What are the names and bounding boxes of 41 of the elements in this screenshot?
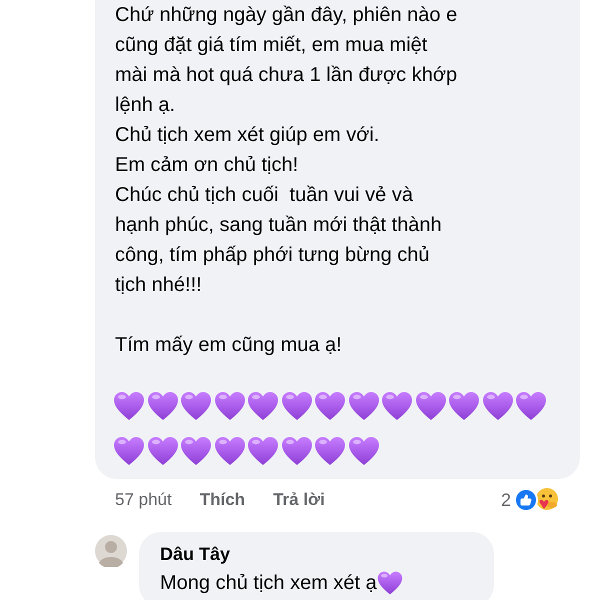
reaction-count: 2 — [500, 488, 511, 512]
comment-text-line: lệnh ạ. — [115, 93, 176, 118]
heart-icon — [146, 434, 178, 466]
heart-icon — [348, 390, 380, 422]
heart-icon — [381, 390, 413, 422]
like-link[interactable]: Thích — [200, 487, 246, 513]
heart-icon — [214, 434, 246, 466]
avatar — [95, 535, 127, 567]
comment-text-line: hạnh phúc, sang tuần mới thật thành — [115, 213, 442, 238]
heart-icon — [247, 390, 279, 422]
heart-icon — [448, 390, 480, 422]
heart-icon — [247, 434, 279, 466]
comment-text-line: Chúc chủ tịch cuối tuần vui vẻ và — [115, 183, 413, 208]
heart-icon — [314, 390, 346, 422]
comment-text-line: cũng đặt giá tím miết, em mua miệt — [115, 33, 428, 58]
comment-text-line: tịch nhé!!! — [115, 273, 202, 298]
heart-icon — [348, 434, 380, 466]
comment-time: 57 phút — [115, 489, 172, 512]
heart-icon — [146, 390, 178, 422]
reply-author: Dâu Tây — [160, 543, 230, 566]
heart-icon — [482, 390, 514, 422]
heart-icon — [180, 434, 212, 466]
comment-text-line: công, tím phấp phới tưng bừng chủ — [115, 243, 430, 268]
comment-text-line: Chứ những ngày gần đây, phiên nào e — [115, 3, 458, 28]
comment-text-line: mài mà hot quá chưa 1 lần được khớp — [115, 63, 458, 88]
comment-text-line: Chủ tịch xem xét giúp em với. — [115, 123, 380, 148]
heart-icon — [414, 390, 446, 422]
heart-icon — [515, 390, 547, 422]
heart-icon — [180, 390, 212, 422]
reply-link[interactable]: Trả lời — [273, 487, 325, 513]
heart-icon — [214, 390, 246, 422]
comment-text-line: Em cảm ơn chủ tịch! — [115, 153, 298, 178]
reply-text: Mong chủ tịch xem xét ạ — [160, 571, 377, 596]
comment-text-line: Tím mấy em cũng mua ạ! — [115, 333, 342, 358]
care-reaction-icon — [534, 487, 560, 513]
heart-icon — [376, 570, 403, 596]
heart-icon — [113, 390, 145, 422]
heart-icon — [280, 434, 312, 466]
heart-icon — [314, 434, 346, 466]
heart-icon — [113, 434, 145, 466]
heart-icon — [280, 390, 312, 422]
